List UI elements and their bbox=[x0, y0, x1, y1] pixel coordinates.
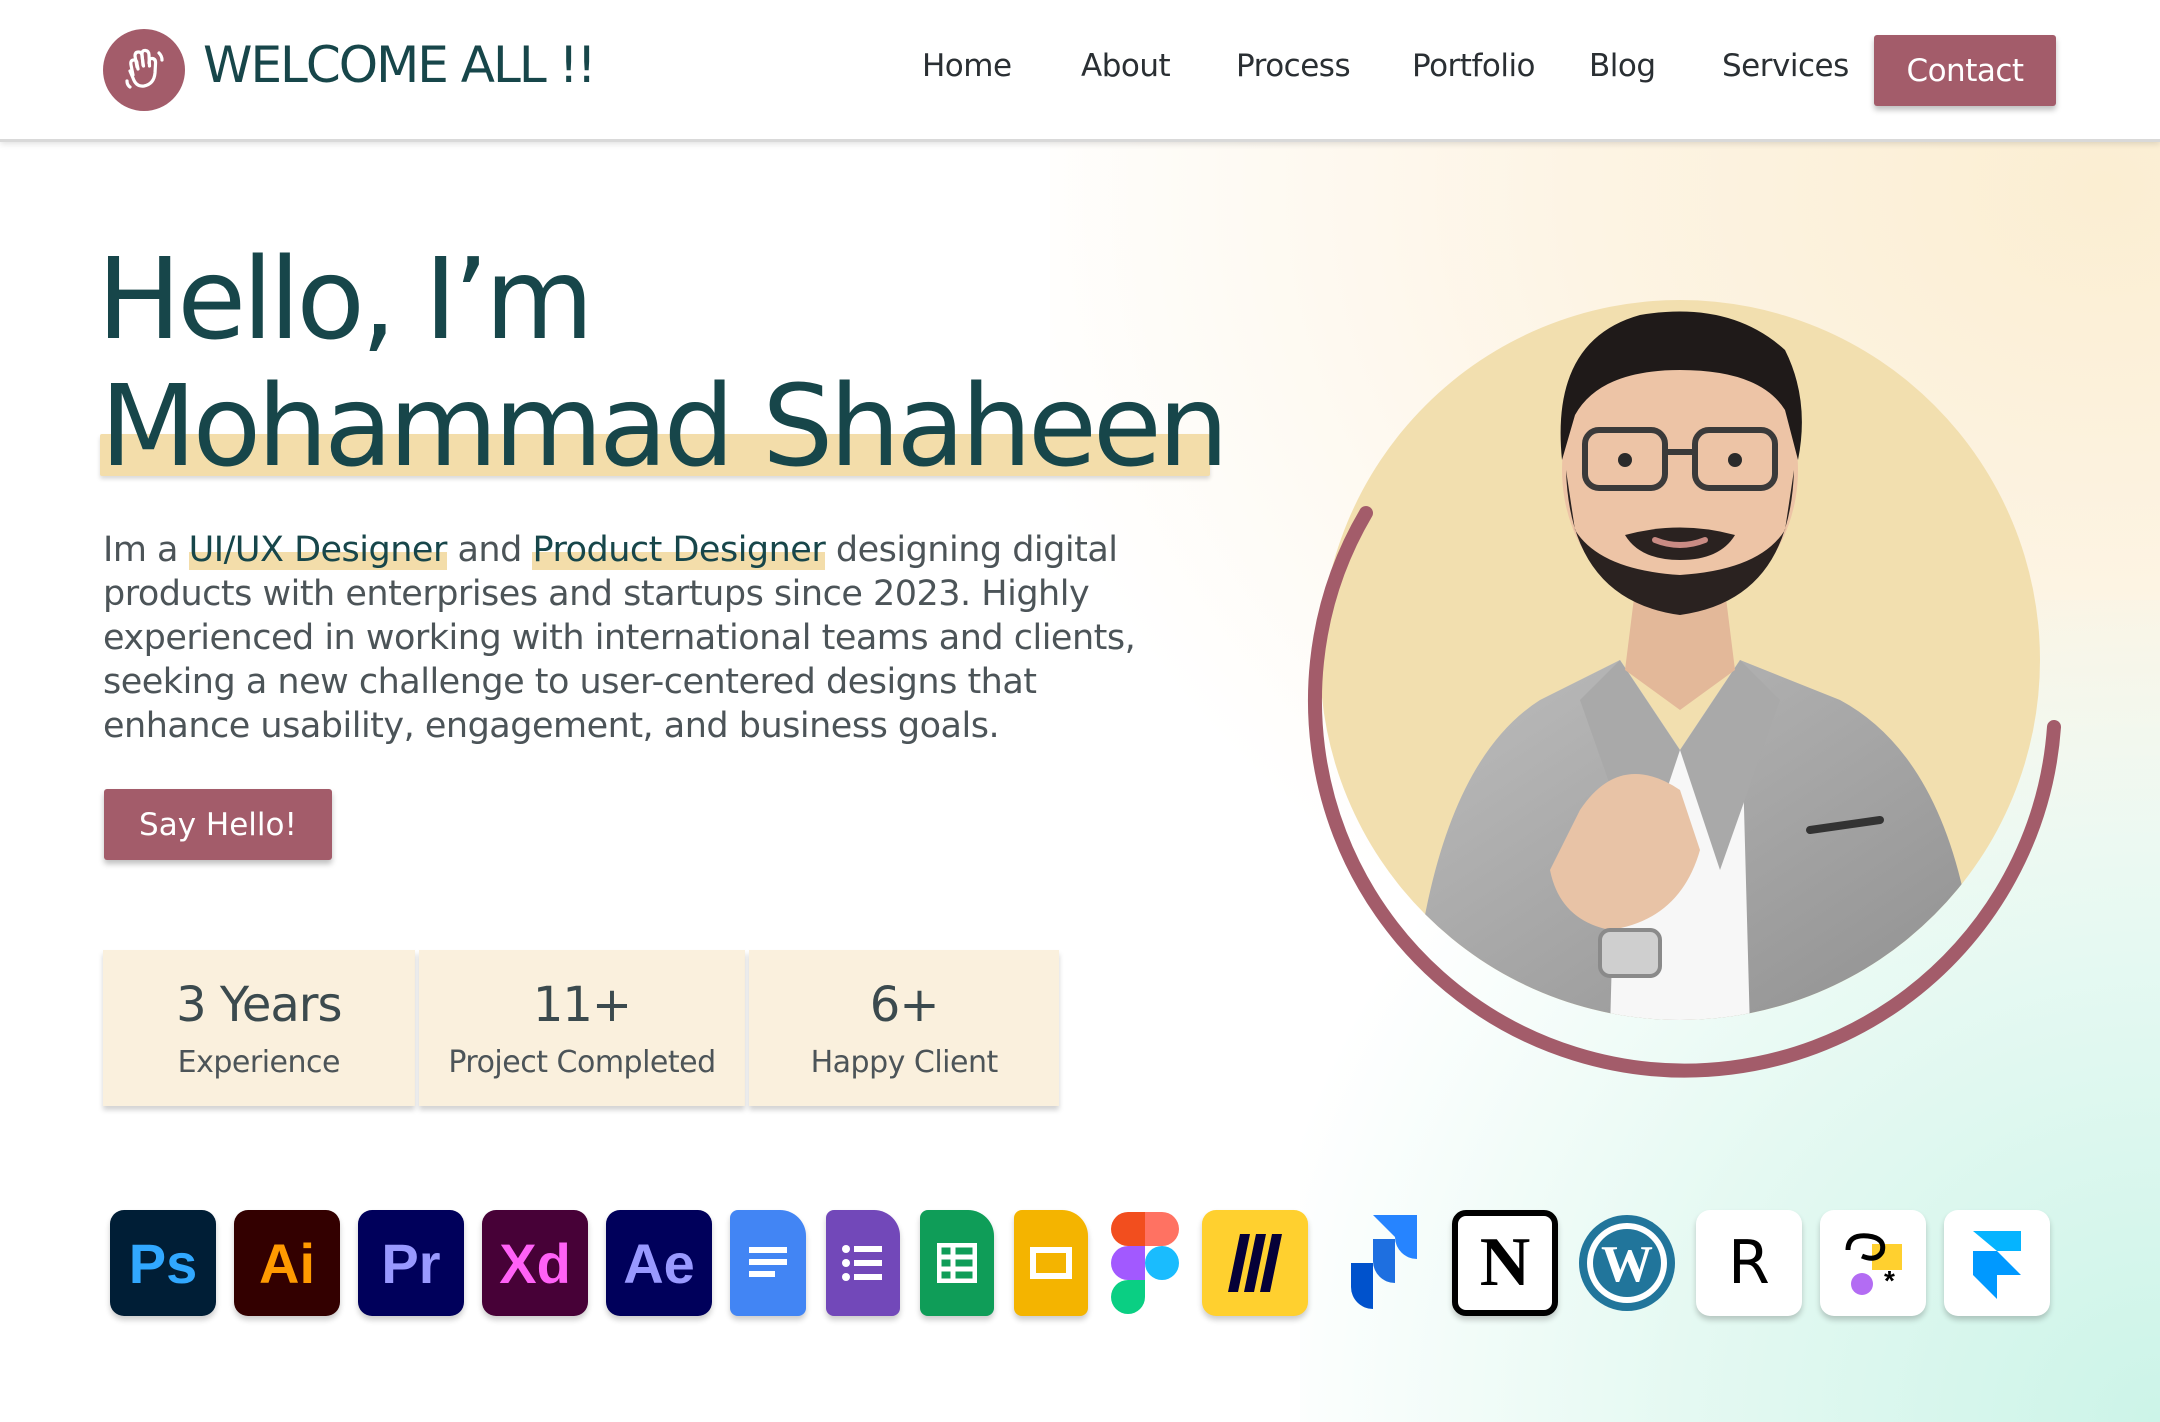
google-docs-icon bbox=[730, 1210, 806, 1316]
figma-icon bbox=[1108, 1210, 1182, 1316]
site-header: WELCOME ALL !! Home About Process Portfo… bbox=[0, 0, 2160, 142]
stat-label: Happy Client bbox=[810, 1044, 999, 1080]
stat-card-experience: 3 Years Experience bbox=[103, 950, 415, 1106]
main-nav: Home About Process Portfolio Blog Servic… bbox=[0, 48, 2160, 92]
contact-button[interactable]: Contact bbox=[1874, 35, 2056, 106]
svg-text:W: W bbox=[1601, 1236, 1653, 1293]
relume-icon: R bbox=[1696, 1210, 1802, 1316]
stat-label: Project Completed bbox=[448, 1044, 716, 1080]
bio-text-2: and bbox=[446, 530, 533, 570]
stats-cards: 3 Years Experience 11+ Project Completed… bbox=[103, 950, 1063, 1106]
nav-process[interactable]: Process bbox=[1236, 48, 1351, 84]
wordpress-logo: W bbox=[1579, 1215, 1675, 1311]
forms-lines bbox=[842, 1245, 882, 1281]
google-forms-icon bbox=[826, 1210, 900, 1316]
miro-strokes bbox=[1228, 1234, 1282, 1292]
galileo-ai-icon: * bbox=[1820, 1210, 1926, 1316]
bio-role-product: Product Designer bbox=[532, 530, 826, 570]
google-sheets-icon bbox=[920, 1210, 994, 1316]
nav-home[interactable]: Home bbox=[922, 48, 1012, 84]
after-effects-icon: Ae bbox=[606, 1210, 712, 1316]
nav-about[interactable]: About bbox=[1081, 48, 1171, 84]
photoshop-icon: Ps bbox=[110, 1210, 216, 1316]
bio-role-uiux: UI/UX Designer bbox=[188, 530, 447, 570]
stat-value: 3 Years bbox=[176, 976, 342, 1033]
google-slides-icon bbox=[1014, 1210, 1088, 1316]
docs-lines bbox=[749, 1247, 787, 1277]
xd-icon: Xd bbox=[482, 1210, 588, 1316]
nav-blog[interactable]: Blog bbox=[1589, 48, 1656, 84]
stat-label: Experience bbox=[177, 1044, 341, 1080]
stat-value: 11+ bbox=[532, 976, 632, 1033]
framer-icon bbox=[1944, 1210, 2050, 1316]
wordpress-icon: W bbox=[1574, 1210, 1680, 1316]
jira-arrows bbox=[1329, 1215, 1417, 1309]
galileo-shapes: * bbox=[1845, 1233, 1902, 1296]
figma-shapes bbox=[1111, 1212, 1179, 1314]
jira-icon bbox=[1320, 1210, 1426, 1316]
svg-text:*: * bbox=[1884, 1265, 1895, 1296]
premiere-icon: Pr bbox=[358, 1210, 464, 1316]
hero-name: Mohammad Shaheen bbox=[100, 362, 1229, 492]
illustrator-icon: Ai bbox=[234, 1210, 340, 1316]
hero-name-block: Mohammad Shaheen bbox=[100, 362, 1229, 492]
tools-row: Ps Ai Pr Xd Ae N W R * bbox=[0, 1210, 2160, 1320]
profile-photo bbox=[1308, 300, 2061, 1078]
slides-frame bbox=[1030, 1247, 1072, 1279]
stat-card-projects: 11+ Project Completed bbox=[418, 950, 746, 1106]
notion-icon: N bbox=[1452, 1210, 1558, 1316]
sheets-grid bbox=[937, 1243, 977, 1283]
stat-value: 6+ bbox=[869, 976, 940, 1033]
framer-shape bbox=[1973, 1231, 2021, 1299]
nav-services[interactable]: Services bbox=[1722, 48, 1849, 84]
hero-bio: Im a UI/UX Designer and Product Designer… bbox=[103, 528, 1143, 748]
miro-icon bbox=[1202, 1210, 1308, 1316]
say-hello-button[interactable]: Say Hello! bbox=[104, 789, 332, 860]
hero-greeting: Hello, I’m bbox=[97, 235, 594, 365]
bio-text-1: Im a bbox=[103, 530, 189, 570]
stat-card-clients: 6+ Happy Client bbox=[749, 950, 1059, 1106]
nav-portfolio[interactable]: Portfolio bbox=[1412, 48, 1536, 84]
